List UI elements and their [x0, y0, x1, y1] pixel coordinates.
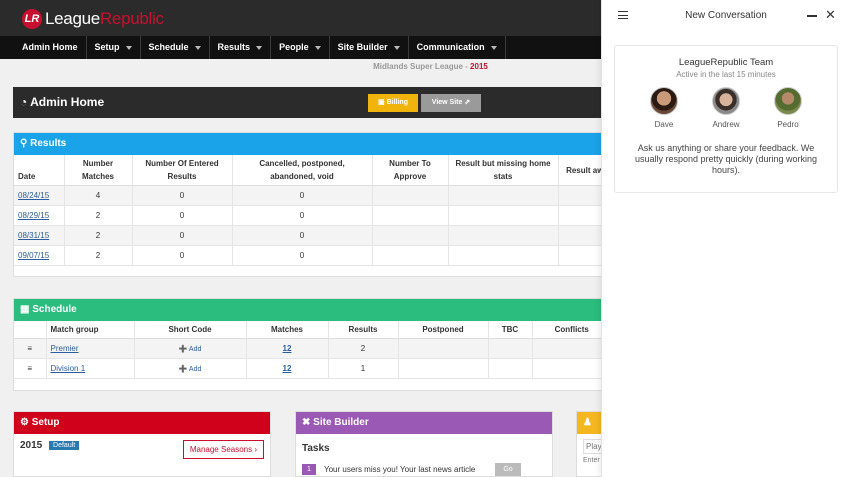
caret-down-icon	[314, 45, 321, 50]
list-icon[interactable]: ≡	[14, 338, 47, 359]
schedule-panel-header: ▦ Schedule	[14, 299, 612, 321]
table-row: ≡ Division 1 ➕ Add 12 1	[14, 358, 612, 379]
caret-down-icon	[125, 45, 132, 50]
avatar	[774, 87, 802, 115]
caret-down-icon	[194, 45, 201, 50]
date-link[interactable]: 08/29/15	[18, 211, 49, 220]
caret-down-icon	[490, 45, 497, 50]
match-group-link[interactable]: Division 1	[51, 364, 86, 373]
add-short-code-button[interactable]: ➕ Add	[179, 366, 202, 373]
results-panel-header: ⚲ Results	[14, 133, 612, 155]
tools-icon: ✖	[302, 417, 311, 428]
chat-intro-message: Ask us anything or share your feedback. …	[634, 143, 818, 175]
billing-button[interactable]: ▣ Billing	[368, 94, 418, 112]
agent-avatars: Dave Andrew Pedro	[633, 87, 819, 129]
agent-andrew: Andrew	[706, 87, 746, 129]
table-row: 08/29/15 2 0 0	[14, 205, 612, 226]
close-icon[interactable]: ✕	[825, 7, 836, 23]
matches-link[interactable]: 12	[283, 344, 292, 353]
chat-header: New Conversation ✕	[602, 0, 849, 32]
logo-mark-icon: LR	[22, 9, 42, 29]
admin-home-header: ◔ Admin Home ▣ Billing View Site ⇗	[13, 87, 613, 118]
table-row: ≡ Premier ➕ Add 12 2	[14, 338, 612, 359]
menu-site-builder[interactable]: Site Builder	[330, 36, 409, 59]
results-table: Date Number Matches Number Of Entered Re…	[14, 155, 612, 266]
list-icon[interactable]: ≡	[14, 358, 47, 379]
tasks-title: Tasks	[302, 443, 330, 454]
results-panel: ⚲ Results Date Number Matches Number Of …	[13, 132, 613, 277]
agent-pedro: Pedro	[768, 87, 808, 129]
site-builder-panel-header: ✖ Site Builder	[296, 412, 552, 434]
logo[interactable]: LR LeagueRepublic	[22, 9, 164, 29]
season-year: 2015	[20, 440, 43, 451]
setup-panel: ⚙ Setup 2015 Default Manage Seasons ›	[13, 411, 271, 477]
go-button[interactable]: Go	[495, 463, 521, 476]
date-link[interactable]: 08/24/15	[18, 191, 49, 200]
menu-setup[interactable]: Setup	[87, 36, 141, 59]
table-header-row: Date Number Matches Number Of Entered Re…	[14, 155, 612, 186]
view-site-button[interactable]: View Site ⇗	[421, 94, 481, 112]
users-icon: ♟	[583, 417, 592, 428]
table-row: 09/07/15 2 0 0	[14, 245, 612, 266]
calendar-icon: ▦	[20, 304, 30, 315]
menu-communication[interactable]: Communication	[409, 36, 506, 59]
schedule-panel: ▦ Schedule Match group Short Code Matche…	[13, 298, 613, 391]
date-link[interactable]: 09/07/15	[18, 251, 49, 260]
trophy-icon: ⚲	[20, 138, 28, 149]
menu-people[interactable]: People	[271, 36, 330, 59]
date-link[interactable]: 08/31/15	[18, 231, 49, 240]
task-item: 1 Your users miss you! Your last news ar…	[302, 463, 552, 476]
table-header-row: Match group Short Code Matches Results P…	[14, 321, 612, 339]
menu-schedule[interactable]: Schedule	[141, 36, 210, 59]
minimize-icon[interactable]	[807, 15, 817, 17]
gear-icon: ⚙	[20, 417, 29, 428]
manage-seasons-button[interactable]: Manage Seasons ›	[182, 440, 264, 459]
matches-link[interactable]: 12	[283, 364, 292, 373]
avatar	[712, 87, 740, 115]
default-badge: Default	[49, 440, 80, 450]
agent-dave: Dave	[644, 87, 684, 129]
avatar	[650, 87, 678, 115]
site-builder-panel: ✖ Site Builder Tasks 1 Your users miss y…	[295, 411, 553, 477]
menu-results[interactable]: Results	[210, 36, 272, 59]
caret-down-icon	[393, 45, 400, 50]
setup-panel-header: ⚙ Setup	[14, 412, 270, 434]
add-short-code-button[interactable]: ➕ Add	[179, 346, 202, 353]
caret-down-icon	[256, 45, 263, 50]
team-card: LeagueRepublic Team Active in the last 1…	[614, 45, 838, 193]
match-group-link[interactable]: Premier	[51, 344, 79, 353]
schedule-table: Match group Short Code Matches Results P…	[14, 321, 612, 379]
page-title: ◔ Admin Home	[20, 95, 105, 109]
table-row: 08/31/15 2 0 0	[14, 225, 612, 246]
logo-text: LeagueRepublic	[45, 9, 164, 28]
menu-admin-home[interactable]: Admin Home	[14, 36, 87, 59]
chat-widget: New Conversation ✕ LeagueRepublic Team A…	[601, 0, 849, 477]
table-row: 08/24/15 4 0 0	[14, 185, 612, 206]
